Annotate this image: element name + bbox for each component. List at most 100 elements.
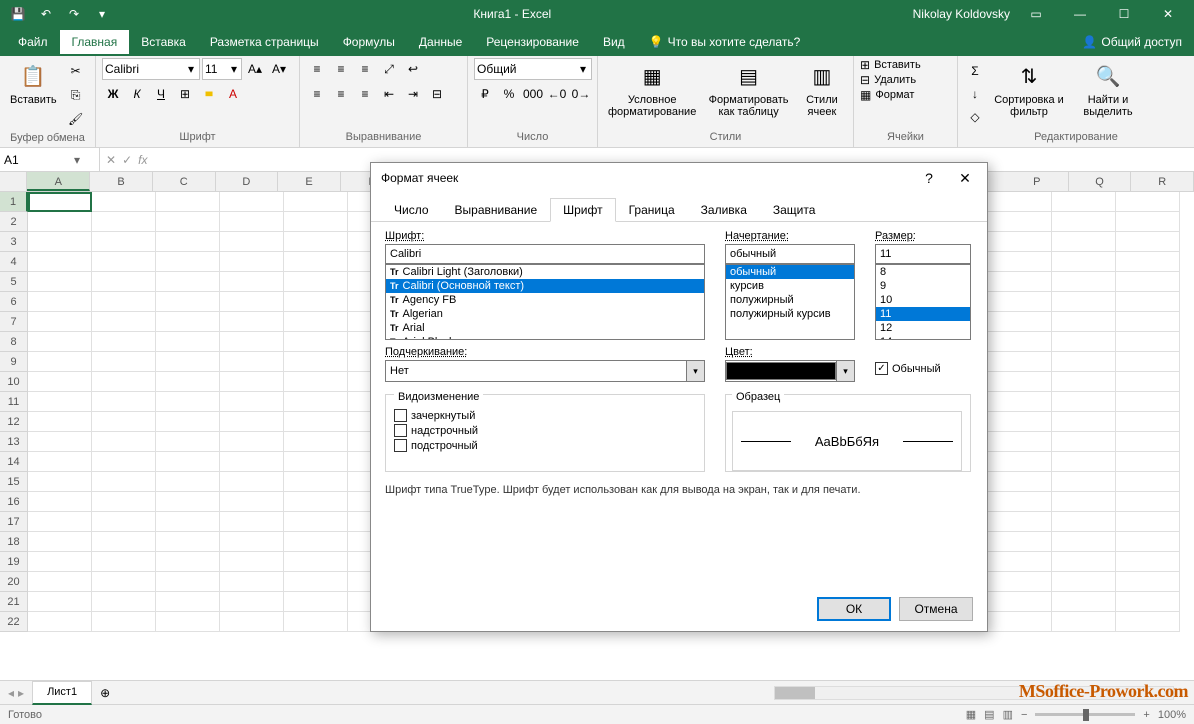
decrease-indent-icon[interactable]: ⇤ (378, 83, 400, 105)
zoom-value[interactable]: 100% (1158, 709, 1186, 721)
cell[interactable] (28, 612, 92, 632)
cell[interactable] (284, 212, 348, 232)
cell[interactable] (220, 232, 284, 252)
cell[interactable] (1052, 392, 1116, 412)
name-box-input[interactable] (4, 153, 74, 167)
row-header[interactable]: 3 (0, 232, 28, 252)
ribbon-options-icon[interactable]: ▭ (1018, 0, 1054, 28)
cell[interactable] (1116, 392, 1180, 412)
cell[interactable] (28, 592, 92, 612)
dialog-close-button[interactable]: ✕ (953, 166, 977, 190)
cell[interactable] (92, 592, 156, 612)
cell[interactable] (284, 572, 348, 592)
cell[interactable] (988, 212, 1052, 232)
cell[interactable] (28, 192, 92, 212)
tab-file[interactable]: Файл (6, 30, 60, 54)
cell[interactable] (284, 332, 348, 352)
list-item[interactable]: 8 (876, 265, 970, 279)
cell[interactable] (284, 192, 348, 212)
insert-cells-button[interactable]: ⊞ Вставить (860, 58, 921, 72)
sheet-prev-icon[interactable]: ◂ (8, 686, 14, 700)
align-center-icon[interactable]: ≡ (330, 83, 352, 105)
cell[interactable] (284, 392, 348, 412)
cell[interactable] (92, 472, 156, 492)
autosum-icon[interactable]: Σ (964, 60, 986, 82)
cell[interactable] (220, 372, 284, 392)
cell[interactable] (156, 432, 220, 452)
cell[interactable] (28, 332, 92, 352)
copy-icon[interactable]: ⎘ (65, 84, 87, 106)
style-field[interactable] (725, 244, 855, 264)
border-icon[interactable]: ⊞ (174, 83, 196, 105)
row-header[interactable]: 17 (0, 512, 28, 532)
name-box[interactable]: ▾ (0, 148, 100, 171)
cell[interactable] (92, 452, 156, 472)
row-header[interactable]: 1 (0, 192, 28, 212)
cell[interactable] (220, 612, 284, 632)
cell[interactable] (1116, 492, 1180, 512)
delete-cells-button[interactable]: ⊟ Удалить (860, 73, 916, 87)
cell[interactable] (1052, 332, 1116, 352)
chevron-down-icon[interactable]: ▾ (185, 62, 197, 76)
conditional-format-button[interactable]: ▦ Условное форматирование (604, 58, 700, 120)
cell[interactable] (220, 332, 284, 352)
cell[interactable] (1052, 552, 1116, 572)
cell[interactable] (220, 472, 284, 492)
cell[interactable] (156, 232, 220, 252)
tab-home[interactable]: Главная (60, 30, 130, 54)
cell[interactable] (220, 532, 284, 552)
cell[interactable] (92, 352, 156, 372)
row-header[interactable]: 7 (0, 312, 28, 332)
italic-button[interactable]: К (126, 83, 148, 105)
decrease-font-icon[interactable]: A▾ (268, 58, 290, 80)
cell[interactable] (92, 332, 156, 352)
cell[interactable] (1052, 472, 1116, 492)
cell[interactable] (1052, 532, 1116, 552)
cell[interactable] (156, 192, 220, 212)
cell[interactable] (92, 532, 156, 552)
cell[interactable] (284, 312, 348, 332)
cut-icon[interactable]: ✂ (65, 60, 87, 82)
row-header[interactable]: 8 (0, 332, 28, 352)
cell[interactable] (1116, 512, 1180, 532)
increase-decimal-icon[interactable]: ←0 (546, 83, 568, 105)
cell[interactable] (988, 472, 1052, 492)
cell[interactable] (92, 272, 156, 292)
list-item[interactable]: TrCalibri Light (Заголовки) (386, 265, 704, 279)
cell[interactable] (28, 312, 92, 332)
fx-icon[interactable]: fx (138, 153, 147, 167)
cell[interactable] (1116, 532, 1180, 552)
normal-view-icon[interactable]: ▦ (966, 708, 976, 721)
fill-color-icon[interactable]: 🬋 (198, 83, 220, 105)
cell[interactable] (92, 252, 156, 272)
percent-icon[interactable]: % (498, 83, 520, 105)
cell[interactable] (988, 452, 1052, 472)
align-top-icon[interactable]: ≡ (306, 58, 328, 80)
cell[interactable] (220, 252, 284, 272)
cell[interactable] (92, 232, 156, 252)
enter-formula-icon[interactable]: ✓ (122, 153, 132, 167)
list-item[interactable]: полужирный (726, 293, 854, 307)
cell[interactable] (988, 432, 1052, 452)
cell[interactable] (92, 432, 156, 452)
cell[interactable] (156, 312, 220, 332)
cell[interactable] (28, 492, 92, 512)
maximize-icon[interactable]: ☐ (1106, 0, 1142, 28)
row-header[interactable]: 16 (0, 492, 28, 512)
fill-icon[interactable]: ↓ (964, 83, 986, 105)
dialog-tab-font[interactable]: Шрифт (550, 198, 615, 222)
cell[interactable] (92, 372, 156, 392)
cell[interactable] (156, 372, 220, 392)
row-header[interactable]: 13 (0, 432, 28, 452)
normal-font-checkbox[interactable]: Обычный (875, 362, 971, 375)
font-listbox[interactable]: TrCalibri Light (Заголовки)TrCalibri (Ос… (385, 264, 705, 340)
cell[interactable] (28, 472, 92, 492)
size-listbox[interactable]: 8910111214 (875, 264, 971, 340)
cell[interactable] (92, 292, 156, 312)
font-name-combo[interactable]: ▾ (102, 58, 200, 80)
chevron-down-icon[interactable]: ▾ (577, 62, 589, 76)
cell[interactable] (1052, 412, 1116, 432)
page-break-icon[interactable]: ▥ (1003, 708, 1013, 721)
style-listbox[interactable]: обычныйкурсивполужирныйполужирный курсив (725, 264, 855, 340)
cell[interactable] (1116, 552, 1180, 572)
